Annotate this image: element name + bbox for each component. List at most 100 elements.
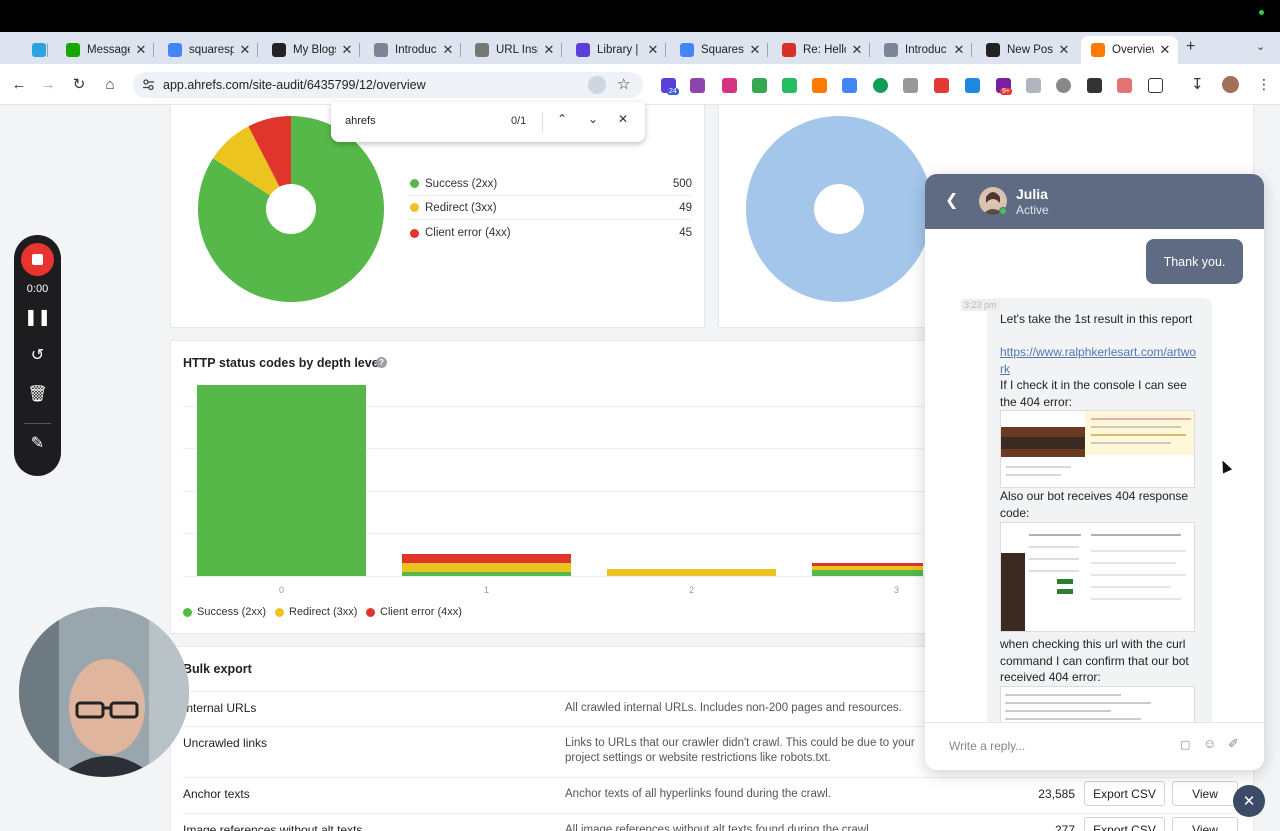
extension-icon-14[interactable] [1056, 78, 1071, 93]
extensions-puzzle-icon[interactable] [1148, 78, 1163, 93]
bar-segment[interactable] [402, 554, 571, 563]
bookmark-star-icon[interactable]: ☆ [617, 75, 630, 93]
pencil-icon[interactable]: ✎ [14, 433, 61, 453]
back-button[interactable]: ← [9, 74, 29, 94]
search-console-icon [475, 43, 489, 57]
bar-segment[interactable] [812, 562, 923, 567]
extension-icon-16[interactable] [1117, 78, 1132, 93]
gif-icon[interactable]: ▢ [1180, 738, 1190, 751]
tab-close-icon[interactable]: ✕ [1057, 42, 1071, 58]
drive-icon[interactable] [752, 78, 767, 93]
ahrefs-icon [1091, 43, 1105, 57]
message-timestamp: 3:23 pm [961, 299, 1000, 311]
browser-tab[interactable]: URL Insp ✕ [465, 36, 562, 64]
tab-close-icon[interactable]: ✕ [850, 42, 864, 58]
browser-tab[interactable]: New Pos ✕ [976, 36, 1077, 64]
trash-icon[interactable]: 🗑 [14, 384, 61, 404]
browser-menu-icon[interactable]: ⋮ [1257, 76, 1271, 93]
tab-separator [257, 43, 258, 57]
chat-reply-box[interactable]: Write a reply... ▢ ☺ ✐ [925, 722, 1264, 770]
home-button[interactable]: ⌂ [100, 74, 120, 94]
bar-segment[interactable] [402, 571, 571, 576]
forward-button[interactable]: → [38, 74, 58, 94]
legend-count: 45 [679, 227, 692, 239]
pie-legend-row[interactable]: Client error (4xx) 45 [410, 221, 692, 245]
ahrefs-extension-icon[interactable] [812, 78, 827, 93]
browser-tab[interactable]: squaresp ✕ [158, 36, 258, 64]
console-screenshot[interactable] [1000, 410, 1195, 488]
chevron-up-icon[interactable]: ⌃ [554, 112, 570, 126]
artwork-link[interactable]: https://www.ralphkerlesart.com/artwork [1000, 344, 1200, 377]
url-text[interactable]: app.ahrefs.com/site-audit/6435799/12/ove… [163, 78, 426, 92]
bar-segment[interactable] [197, 385, 366, 576]
stop-recording-button[interactable] [21, 243, 54, 276]
reply-input[interactable]: Write a reply... [949, 739, 1025, 753]
extension-icon-10[interactable] [934, 78, 949, 93]
browser-tab[interactable]: My Blogs ✕ [262, 36, 360, 64]
browser-tab[interactable]: Message ✕ [56, 36, 154, 64]
incoming-message: Let's take the 1st result in this report… [987, 298, 1212, 728]
tab-close-icon[interactable]: ✕ [134, 42, 148, 58]
bar-segment[interactable] [607, 568, 776, 576]
emoji-icon[interactable]: ☺ [1203, 736, 1216, 751]
tab-close-icon[interactable]: ✕ [952, 42, 966, 58]
bar-legend-item[interactable]: Success (2xx) [183, 606, 266, 618]
browser-tab[interactable] [22, 36, 48, 64]
extension-icon-5[interactable] [782, 78, 797, 93]
browser-tab[interactable]: Library | ✕ [566, 36, 666, 64]
pen-icon[interactable] [965, 78, 980, 93]
browser-tab[interactable]: Introduc ✕ [364, 36, 461, 64]
tab-close-icon[interactable]: ✕ [441, 42, 455, 58]
bar-segment[interactable] [402, 562, 571, 572]
help-icon[interactable]: ? [376, 357, 387, 368]
grammarly-icon[interactable] [873, 78, 888, 93]
browser-tab[interactable]: Introduc ✕ [874, 36, 972, 64]
profile-avatar[interactable] [1222, 76, 1239, 93]
tab-label: Introduc [395, 44, 437, 56]
new-tab-button[interactable]: + [1186, 38, 1195, 56]
pie-legend-row[interactable]: Success (2xx) 500 [410, 172, 692, 196]
extension-icon-9[interactable] [903, 78, 918, 93]
translate-icon[interactable] [842, 78, 857, 93]
export-csv-button[interactable]: Export CSV [1084, 817, 1165, 831]
tab-close-icon[interactable]: ✕ [1158, 42, 1172, 58]
bar-legend-item[interactable]: Redirect (3xx) [275, 606, 357, 618]
address-bar[interactable]: app.ahrefs.com/site-audit/6435799/12/ove… [133, 72, 643, 98]
tab-close-icon[interactable]: ✕ [646, 42, 660, 58]
view-button[interactable]: View [1172, 781, 1238, 806]
tab-close-icon[interactable]: ✕ [340, 42, 354, 58]
export-csv-button[interactable]: Export CSV [1084, 781, 1165, 806]
legend-label: Redirect (3xx) [425, 201, 497, 214]
extension-icon-2[interactable] [690, 78, 705, 93]
tab-label: Overview [1112, 44, 1154, 56]
attachment-icon[interactable]: ✐ [1228, 736, 1239, 752]
bar-legend-item[interactable]: Client error (4xx) [366, 606, 462, 618]
download-icon[interactable]: ↧ [1191, 75, 1204, 93]
restart-icon[interactable]: ↺ [14, 345, 61, 365]
export-name: Uncrawled links [183, 736, 268, 750]
tab-close-icon[interactable]: ✕ [238, 42, 252, 58]
site-info-icon[interactable] [142, 78, 155, 91]
bar-segment[interactable] [812, 569, 923, 576]
close-chat-button[interactable]: ✕ [1233, 785, 1265, 817]
browser-tab[interactable]: Re: Hello ✕ [772, 36, 870, 64]
find-query-input[interactable]: ahrefs [345, 115, 376, 127]
tab-close-icon[interactable]: ✕ [748, 42, 762, 58]
browser-tab[interactable]: Squares ✕ [670, 36, 768, 64]
http-headers-screenshot[interactable] [1000, 522, 1195, 632]
shield-icon[interactable] [1026, 78, 1041, 93]
back-arrow-icon[interactable]: ❮ [945, 190, 958, 210]
pause-icon[interactable]: ❚❚ [14, 307, 61, 327]
close-icon[interactable]: ✕ [615, 112, 631, 126]
tab-search-icon[interactable]: ⌄ [1256, 40, 1265, 53]
extension-icon-15[interactable] [1087, 78, 1102, 93]
browser-tab[interactable]: Overview ✕ [1081, 36, 1178, 64]
extension-icon-3[interactable] [722, 78, 737, 93]
chevron-down-icon[interactable]: ⌄ [585, 112, 601, 126]
bar-segment[interactable] [812, 566, 923, 570]
reload-button[interactable]: ↻ [69, 74, 89, 94]
view-button[interactable]: View [1172, 817, 1238, 831]
tab-close-icon[interactable]: ✕ [542, 42, 556, 58]
pie-legend-row[interactable]: Redirect (3xx) 49 [410, 196, 692, 220]
page-search-icon[interactable] [588, 76, 606, 94]
